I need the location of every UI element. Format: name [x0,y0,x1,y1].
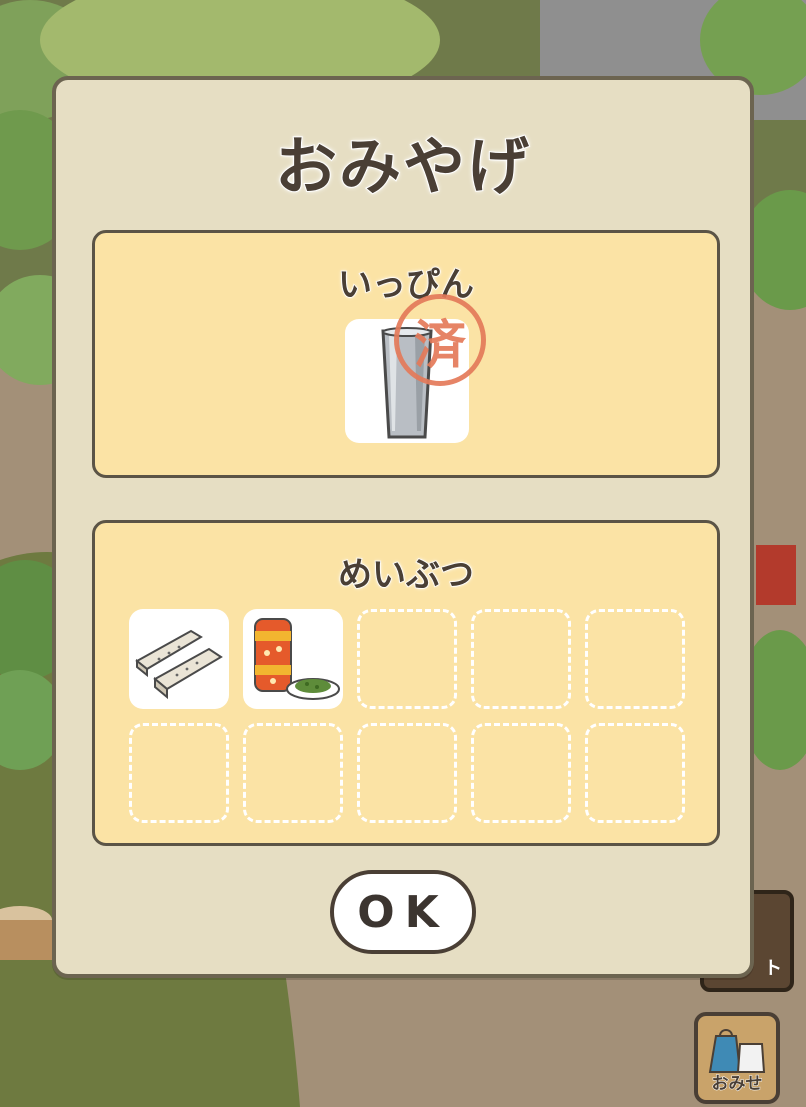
souvenir-slot-9 [471,723,571,823]
souvenir-slot-3 [357,609,457,709]
shop-label: おみせ [711,1074,763,1095]
souvenir-slot-10 [585,723,685,823]
souvenir-slot-5 [585,609,685,709]
souvenir-panel: めいぶつ [92,520,720,846]
souvenir-slot-7 [243,723,343,823]
dialog-title: おみやげ [274,129,531,204]
collected-stamp: 済 [394,294,486,386]
souvenir-slot-4 [471,609,571,709]
souvenir-slot-2[interactable] [243,609,343,709]
souvenir-slot-8 [357,723,457,823]
souvenir-slot-1[interactable] [129,609,229,709]
souvenir-title: めいぶつ [337,554,475,596]
specialty-title: いっぴん [337,264,475,306]
souvenir-dialog: おみやげ いっぴん 済 めいぶつ [52,76,754,978]
sesame-tofu-icon [135,629,223,700]
hidden-menu-label: ト [764,958,782,979]
shop-button[interactable]: おみせ [694,1012,780,1104]
souvenir-slot-6 [129,723,229,823]
tea-canister-icon [254,618,340,700]
ok-button[interactable]: OK [330,870,476,954]
